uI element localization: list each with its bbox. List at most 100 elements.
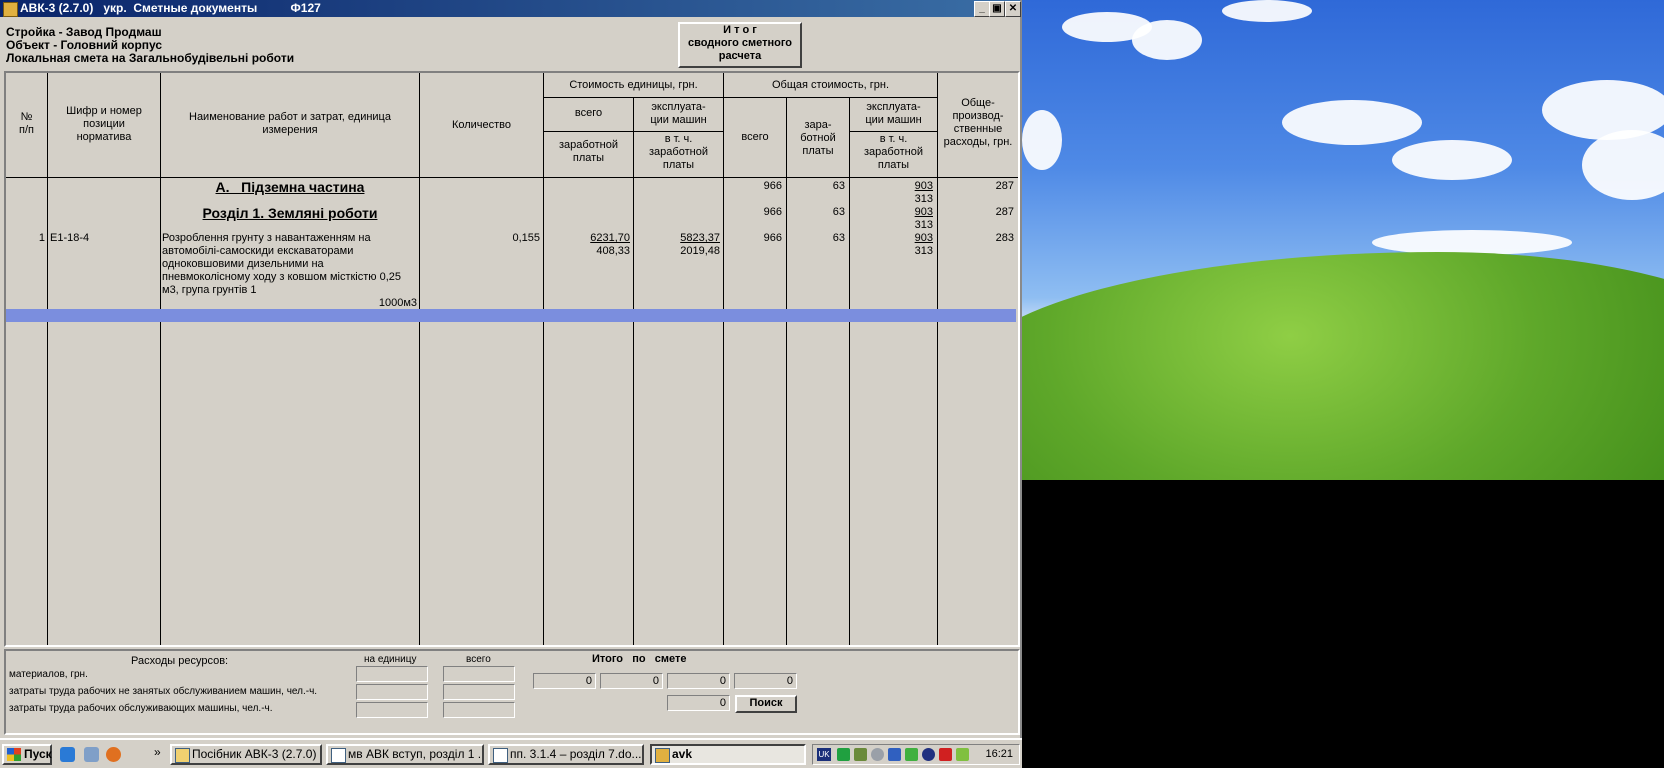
section-1-wage: 63 [832, 206, 845, 218]
section-a-machine: 903 [914, 180, 933, 192]
summary-line-3: расчета [718, 50, 762, 62]
window-title: АВК-3 (2.7.0) укр. Сметные документы Ф12… [20, 1, 321, 15]
clock[interactable]: 16:21 [985, 748, 1013, 760]
media-player-icon[interactable] [106, 747, 121, 762]
header-name: Наименование работ и затрат, единица изме… [189, 111, 391, 136]
item-unit-wage: 408,33 [596, 245, 630, 257]
app-icon [3, 2, 18, 17]
resource-labor-label: затраты труда рабочих не занятых обслужи… [9, 686, 318, 697]
section-a-total: 966 [763, 180, 782, 192]
total-field-2[interactable]: 0 [600, 673, 663, 689]
item-code[interactable]: Е1-18-4 [50, 232, 89, 245]
total-field-1[interactable]: 0 [533, 673, 596, 689]
materials-total-field[interactable] [443, 666, 515, 682]
resource-machine-labor-label: затраты труда рабочих обслуживающих маши… [9, 703, 273, 714]
section-a-title[interactable]: А. Підземна частина [161, 179, 419, 195]
tray-icon-7[interactable] [939, 748, 952, 761]
tray-icon-6[interactable] [922, 748, 935, 761]
materials-per-unit-field[interactable] [356, 666, 428, 682]
labor-total-field[interactable] [443, 684, 515, 700]
tray-icon-2[interactable] [854, 748, 867, 761]
header-unit-wage: заработной платы [559, 139, 618, 164]
header-unit-machine: эксплуата-ции машин [650, 101, 707, 126]
summary-estimate-button[interactable]: И т о г сводного сметного расчета [678, 22, 802, 68]
section-a-overhead: 287 [995, 180, 1014, 192]
summary-line-2: сводного сметного [687, 37, 792, 49]
task-label: Посібник АВК-3 (2.7.0) [192, 747, 317, 761]
resource-materials-label: материалов, грн. [9, 669, 88, 680]
task-posibnyk[interactable]: Посібник АВК-3 (2.7.0) [170, 744, 322, 765]
item-name-line-3: одноковшовими дизельними на [162, 258, 324, 270]
item-unit-machine: 5823,37 [680, 232, 720, 244]
section-a-wage: 63 [832, 180, 845, 192]
col-total-label: всего [466, 654, 491, 665]
maximize-button[interactable]: ▣ [989, 1, 1005, 17]
tray-icon-1[interactable] [837, 748, 850, 761]
item-machine-wage: 313 [914, 245, 933, 257]
header-quantity: Количество [451, 119, 512, 131]
tray-icon-8[interactable] [956, 748, 969, 761]
section-a-machine-wage: 313 [914, 193, 933, 205]
item-unit-total: 6231,70 [590, 232, 630, 244]
section-1-machine-wage: 313 [914, 219, 933, 231]
system-tray: UK 16:21 [812, 744, 1020, 765]
task-label: мв АВК вступ, розділ 1 ... [348, 747, 484, 761]
quicklaunch-overflow-icon[interactable]: » [154, 745, 161, 759]
header-unit-cost: Стоимость единицы, грн. [569, 79, 698, 91]
header-unit-machine-wage: в т. ч. заработной платы [649, 133, 708, 171]
object-label: Объект - Головний корпус [6, 38, 163, 52]
desktop-icon[interactable] [84, 747, 99, 762]
task-word-doc-2[interactable]: пп. 3.1.4 – розділ 7.do... [488, 744, 644, 765]
task-word-doc-1[interactable]: мв АВК вступ, розділ 1 ... [326, 744, 484, 765]
tray-icon-4[interactable] [888, 748, 901, 761]
task-avk[interactable]: avk [650, 744, 806, 765]
item-wage: 63 [832, 232, 845, 244]
total-field-4[interactable]: 0 [734, 673, 797, 689]
language-indicator[interactable]: UK [817, 748, 831, 761]
ie-icon[interactable] [60, 747, 75, 762]
item-name-line-5: м3, група грунтів 1 [162, 284, 257, 296]
tray-icon-5[interactable] [905, 748, 918, 761]
construction-label: Стройка - Завод Продмаш [6, 25, 162, 39]
total-field-3[interactable]: 0 [667, 673, 730, 689]
header-total-all: всего [741, 131, 769, 143]
item-name-line-4: пневмоколісному ходу з ковшом місткістю … [162, 271, 401, 283]
desktop-wallpaper [1022, 0, 1664, 480]
labor-per-unit-field[interactable] [356, 684, 428, 700]
section-1-title[interactable]: Розділ 1. Земляні роботи [161, 205, 419, 221]
item-name-line-2: автомобілі-самоскиди екскаваторами [162, 245, 354, 257]
machine-labor-per-unit-field[interactable] [356, 702, 428, 718]
item-machine: 903 [914, 232, 933, 244]
resources-title: Расходы ресурсов: [131, 655, 229, 667]
taskbar: Пуск » Посібник АВК-3 (2.7.0) мв АВК вст… [0, 738, 1022, 768]
section-1-machine: 903 [914, 206, 933, 218]
header-num: № п/п [19, 111, 34, 136]
item-total: 966 [763, 232, 782, 244]
tray-icon-3[interactable] [871, 748, 884, 761]
summary-line-1: И т о г [723, 24, 757, 36]
selected-empty-row[interactable] [6, 309, 1016, 322]
task-label: пп. 3.1.4 – розділ 7.do... [510, 747, 642, 761]
start-button[interactable]: Пуск [2, 744, 52, 765]
close-button[interactable]: ✕ [1005, 1, 1021, 17]
item-quantity[interactable]: 0,155 [420, 232, 540, 245]
item-unit-machine-wage: 2019,48 [680, 245, 720, 257]
machine-labor-total-field[interactable] [443, 702, 515, 718]
resources-panel: Расходы ресурсов: на единицу всего матер… [4, 649, 1020, 735]
item-overhead: 283 [995, 232, 1014, 244]
header-code: Шифр и номер позиции норматива [66, 105, 142, 143]
item-name-line-1: Розроблення грунту з навантаженням на [162, 232, 371, 244]
estimate-table: № п/п Шифр и номер позиции норматива Наимен… [4, 71, 1020, 647]
header-total-machine: эксплуата-ции машин [865, 101, 922, 126]
estimate-label: Локальная смета на Загальнобудівельні ро… [6, 51, 295, 65]
title-bar: АВК-3 (2.7.0) укр. Сметные документы Ф12… [0, 0, 1021, 17]
total-field-5[interactable]: 0 [667, 695, 730, 711]
section-1-total: 966 [763, 206, 782, 218]
word-icon [331, 748, 346, 763]
estimate-totals-label: Итого по смете [592, 653, 687, 665]
header-total-cost: Общая стоимость, грн. [771, 79, 890, 91]
search-button[interactable]: Поиск [735, 695, 797, 713]
avk-app-icon [655, 748, 670, 763]
start-label: Пуск [24, 747, 52, 761]
minimize-button[interactable]: _ [974, 1, 990, 17]
